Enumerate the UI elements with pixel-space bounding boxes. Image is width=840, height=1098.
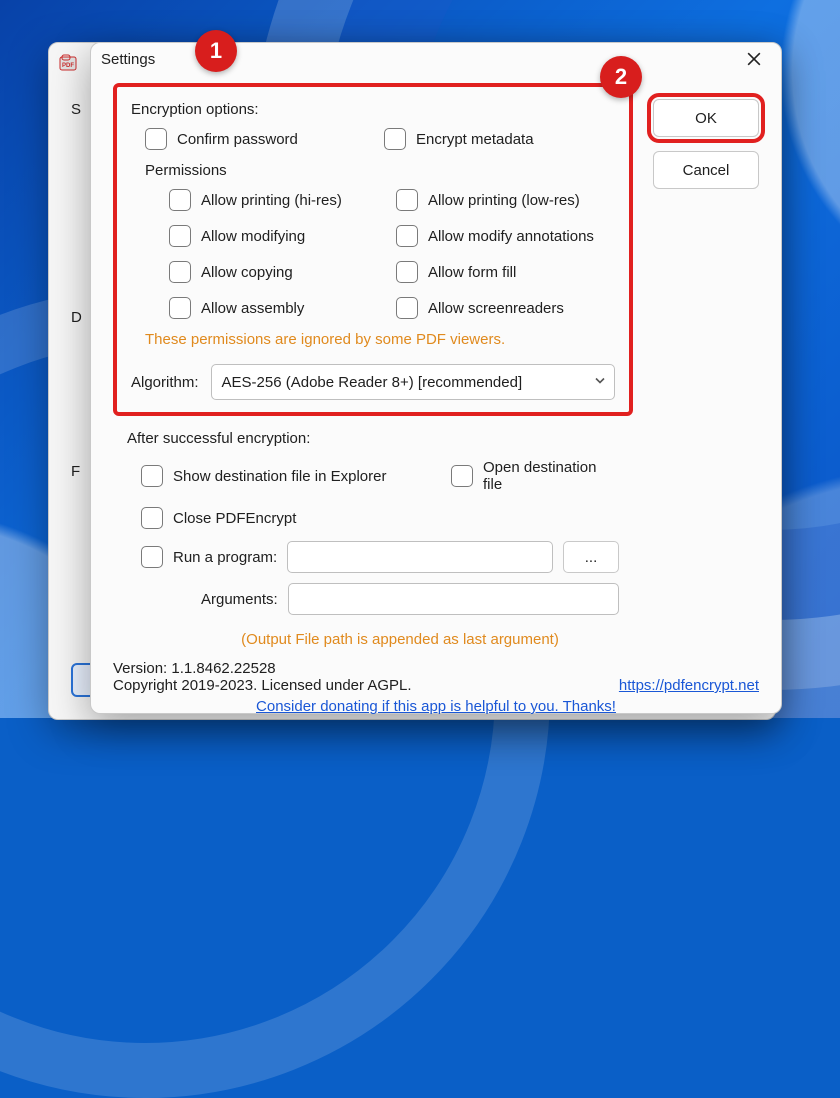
parent-hint-d: D [71, 309, 82, 326]
close-icon [747, 52, 761, 66]
permissions-warning: These permissions are ignored by some PD… [145, 331, 615, 348]
allow-formfill-label: Allow form fill [428, 264, 516, 281]
settings-dialog: Settings Encryption options: Confirm pas… [90, 42, 782, 714]
chevron-down-icon [594, 374, 606, 391]
algorithm-selected-value: AES-256 (Adobe Reader 8+) [recommended] [222, 374, 523, 391]
arguments-label: Arguments: [201, 591, 278, 608]
algorithm-select[interactable]: AES-256 (Adobe Reader 8+) [recommended] [211, 364, 615, 400]
parent-hint-s: S [71, 101, 81, 118]
checkbox-box [145, 128, 167, 150]
annotation-step-1: 1 [195, 30, 237, 72]
cancel-button[interactable]: Cancel [653, 151, 759, 189]
settings-close-button[interactable] [731, 43, 777, 75]
parent-hint-f: F [71, 463, 80, 480]
encrypt-metadata-checkbox[interactable]: Encrypt metadata [384, 126, 615, 152]
allow-modify-checkbox[interactable]: Allow modifying [169, 223, 388, 249]
run-program-input[interactable] [287, 541, 553, 573]
ok-button[interactable]: OK [653, 99, 759, 137]
app-icon: PDF [59, 54, 77, 72]
encryption-options-label: Encryption options: [131, 101, 615, 118]
permissions-label: Permissions [145, 162, 615, 179]
version-text: Version: 1.1.8462.22528 [113, 660, 412, 677]
after-encryption-group: After successful encryption: Show destin… [113, 416, 633, 648]
allow-screenreaders-checkbox[interactable]: Allow screenreaders [396, 295, 615, 321]
close-app-checkbox[interactable]: Close PDFEncrypt [141, 505, 619, 531]
allow-assembly-label: Allow assembly [201, 300, 304, 317]
allow-print-hires-label: Allow printing (hi-res) [201, 192, 342, 209]
arguments-input[interactable] [288, 583, 619, 615]
allow-print-lowres-label: Allow printing (low-res) [428, 192, 580, 209]
allow-assembly-checkbox[interactable]: Allow assembly [169, 295, 388, 321]
settings-footer: Version: 1.1.8462.22528 Copyright 2019-2… [91, 656, 781, 727]
allow-print-lowres-checkbox[interactable]: Allow printing (low-res) [396, 187, 615, 213]
run-program-browse-button[interactable]: ... [563, 541, 619, 573]
after-encryption-label: After successful encryption: [127, 430, 619, 447]
donate-link[interactable]: Consider donating if this app is helpful… [256, 698, 616, 715]
show-destination-checkbox[interactable]: Show destination file in Explorer [141, 463, 441, 489]
algorithm-label: Algorithm: [131, 374, 199, 391]
confirm-password-checkbox[interactable]: Confirm password [145, 126, 376, 152]
website-link[interactable]: https://pdfencrypt.net [619, 677, 759, 694]
allow-modify-annotations-label: Allow modify annotations [428, 228, 594, 245]
run-program-label: Run a program: [173, 549, 277, 566]
copyright-text: Copyright 2019-2023. Licensed under AGPL… [113, 677, 412, 694]
checkbox-box [384, 128, 406, 150]
svg-text:PDF: PDF [62, 63, 74, 69]
settings-title: Settings [101, 51, 155, 68]
allow-print-hires-checkbox[interactable]: Allow printing (hi-res) [169, 187, 388, 213]
allow-copy-checkbox[interactable]: Allow copying [169, 259, 388, 285]
allow-formfill-checkbox[interactable]: Allow form fill [396, 259, 615, 285]
allow-screenreaders-label: Allow screenreaders [428, 300, 564, 317]
output-note: (Output File path is appended as last ar… [181, 631, 619, 648]
open-destination-label: Open destination file [483, 459, 619, 493]
annotation-step-2: 2 [600, 56, 642, 98]
confirm-password-label: Confirm password [177, 131, 298, 148]
encryption-options-group: Encryption options: Confirm password Enc… [113, 83, 633, 416]
run-program-checkbox[interactable]: Run a program: [141, 544, 277, 570]
open-destination-checkbox[interactable]: Open destination file [451, 457, 619, 495]
allow-copy-label: Allow copying [201, 264, 293, 281]
allow-modify-annotations-checkbox[interactable]: Allow modify annotations [396, 223, 615, 249]
allow-modify-label: Allow modifying [201, 228, 305, 245]
show-destination-label: Show destination file in Explorer [173, 468, 386, 485]
close-app-label: Close PDFEncrypt [173, 510, 296, 527]
encrypt-metadata-label: Encrypt metadata [416, 131, 534, 148]
